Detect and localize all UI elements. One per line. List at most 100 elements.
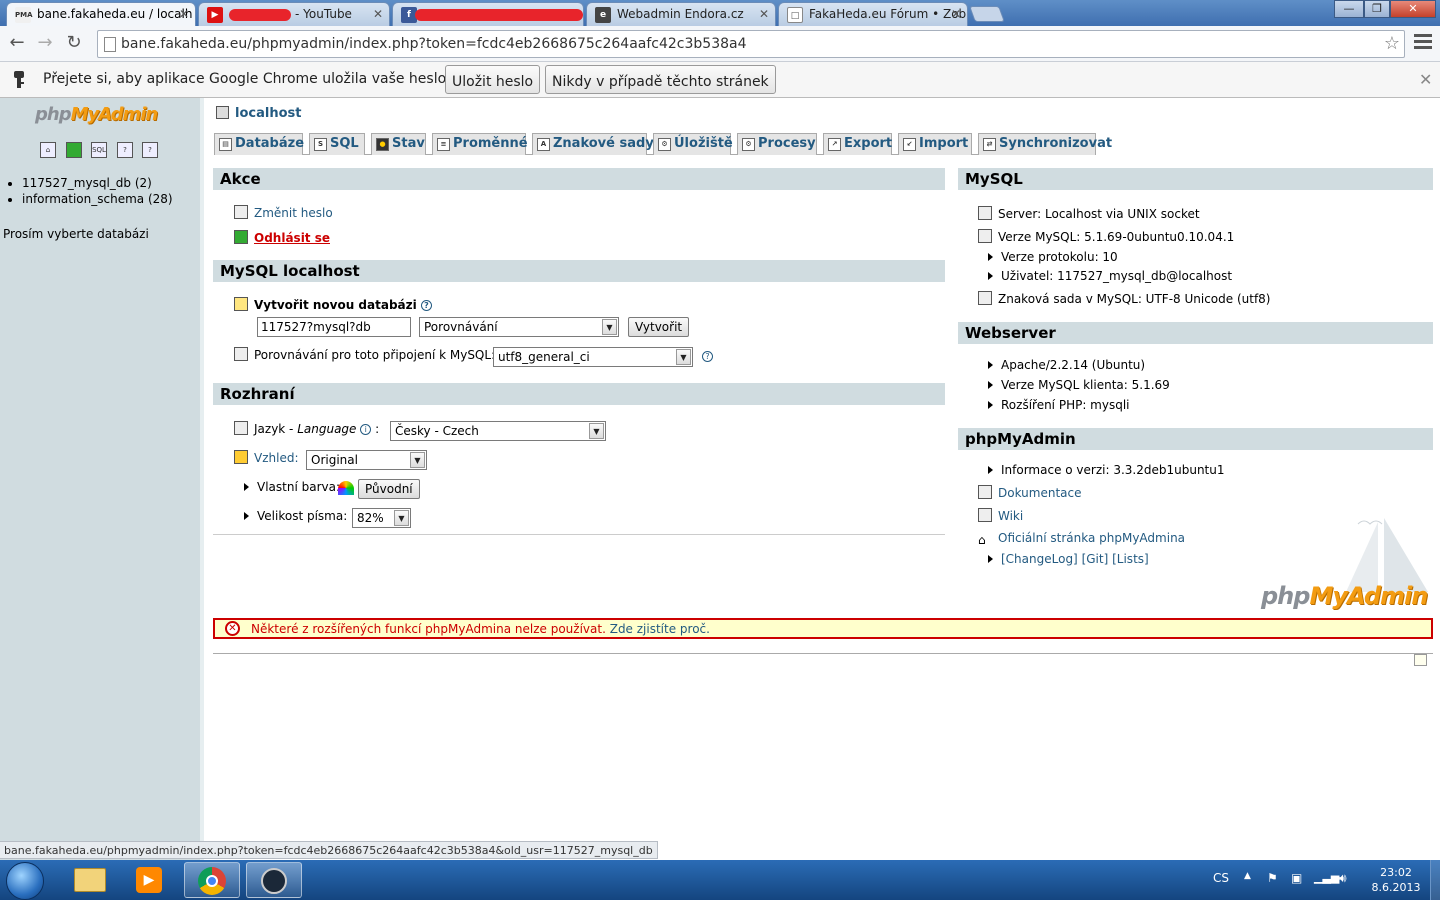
connection-collation-select[interactable]: utf8_general_ci ▼	[493, 347, 693, 367]
close-icon[interactable]: ✕	[951, 7, 961, 21]
tab-databases[interactable]: ▤ Databáze	[214, 133, 304, 155]
select-value: Porovnávání	[424, 320, 498, 334]
save-password-button[interactable]: Uložit heslo	[445, 65, 541, 94]
minimize-button[interactable]: —	[1334, 0, 1364, 18]
never-save-button[interactable]: Nikdy v případě těchto stránek	[545, 65, 776, 94]
homepage-link[interactable]: Oficiální stránka phpMyAdmina	[998, 531, 1185, 545]
section-mysql-header: MySQL	[958, 168, 1433, 190]
docs-icon	[978, 485, 992, 499]
close-icon[interactable]: ✕	[179, 7, 189, 21]
language-select[interactable]: Česky - Czech ▼	[390, 421, 606, 441]
media-player-taskbar-icon[interactable]: ▶	[122, 862, 178, 898]
help-icon[interactable]: ?	[420, 300, 432, 311]
tab-phpmyadmin[interactable]: PMA bane.fakaheda.eu / localh ✕	[6, 2, 196, 26]
tab-youtube[interactable]: ▶ - YouTube ✕	[198, 2, 390, 26]
error-details-link[interactable]: Zde zjistíte proč.	[610, 622, 710, 636]
close-icon[interactable]: ✕	[759, 7, 769, 21]
steam-taskbar-icon[interactable]	[246, 862, 302, 898]
tab-processes[interactable]: ⚙ Procesy	[737, 133, 817, 155]
sql-query-icon[interactable]: SQL	[91, 142, 107, 158]
folder-icon	[74, 868, 106, 892]
window-close-button[interactable]: ✕	[1390, 0, 1436, 18]
select-value: Česky - Czech	[395, 424, 479, 438]
tab-variables[interactable]: ≡ Proměnné	[432, 133, 528, 155]
reset-color-button[interactable]: Původní	[358, 479, 420, 499]
font-size-row[interactable]: Velikost písma:	[244, 509, 347, 523]
chrome-taskbar-icon[interactable]	[184, 862, 240, 898]
tab-sql[interactable]: S SQL	[309, 133, 365, 155]
chrome-menu-icon[interactable]	[1414, 34, 1432, 52]
error-text: Některé z rozšířených funkcí phpMyAdmina…	[251, 622, 606, 636]
create-database-button[interactable]: Vytvořit	[628, 317, 690, 337]
new-window-icon[interactable]	[1414, 654, 1427, 666]
wiki-link[interactable]: Wiki	[998, 509, 1023, 523]
tab-endora[interactable]: e Webadmin Endora.cz ✕	[586, 2, 776, 26]
youtube-icon: ▶	[207, 7, 223, 23]
reload-button[interactable]: ↻	[62, 32, 86, 56]
steam-icon	[261, 868, 287, 894]
tab-facebook[interactable]: f	[392, 2, 584, 26]
flag-icon[interactable]: ⚑	[1267, 871, 1278, 885]
address-bar[interactable]: bane.fakaheda.eu/phpmyadmin/index.php?to…	[97, 30, 1405, 58]
list-item[interactable]: information_schema (28)	[22, 191, 173, 207]
main-content: localhost ▤ Databáze S SQL ● Stav ≡ Proměnné…	[204, 98, 1440, 860]
homepage-row: ⌂ Oficiální stránka phpMyAdmina	[978, 531, 1185, 547]
show-hidden-icons-icon[interactable]: ▲	[1244, 871, 1251, 881]
tab-export[interactable]: ↗ Export	[823, 133, 892, 155]
mysql-docs-icon[interactable]: ?	[142, 142, 158, 158]
database-link[interactable]: information_schema (28)	[22, 192, 173, 206]
changelog-link[interactable]: [ChangeLog]	[1001, 552, 1078, 566]
bullet-triangle-icon	[988, 253, 993, 261]
change-password-link[interactable]: Změnit heslo	[254, 206, 333, 220]
new-tab-button[interactable]	[969, 6, 1005, 22]
home-icon[interactable]: ⌂	[40, 142, 56, 158]
server-link[interactable]: localhost	[235, 106, 301, 121]
system-clock[interactable]: 23:02 8.6.2013	[1371, 865, 1421, 895]
forward-button[interactable]: →	[33, 32, 57, 56]
section-interface-header: Rozhraní	[213, 383, 945, 405]
removable-device-icon[interactable]: ▣	[1291, 871, 1302, 885]
language-label: Jazyk -	[254, 422, 298, 436]
back-button[interactable]: ←	[5, 32, 29, 56]
phpmyadmin-logo[interactable]: phpMyAdmin	[35, 104, 158, 125]
password-icon	[234, 205, 248, 219]
theme-link[interactable]: Vzhled:	[254, 451, 299, 465]
collation-select[interactable]: Porovnávání ▼	[419, 317, 619, 337]
server-tabs: ▤ Databáze S SQL ● Stav ≡ Proměnné A Znakové …	[214, 133, 1112, 155]
custom-color-row[interactable]: Vlastní barva:	[244, 480, 340, 494]
git-link[interactable]: [Git]	[1082, 552, 1109, 566]
logout-link[interactable]: Odhlásit se	[254, 231, 330, 245]
lists-link[interactable]: [Lists]	[1112, 552, 1149, 566]
close-icon[interactable]: ✕	[1419, 70, 1432, 89]
network-icon[interactable]: ▁▃▅	[1314, 871, 1339, 884]
tab-engines[interactable]: ⚙ Úložiště	[653, 133, 733, 155]
show-desktop-button[interactable]	[1430, 860, 1440, 900]
select-value: 82%	[357, 511, 384, 525]
close-icon[interactable]: ✕	[373, 7, 383, 21]
help-icon[interactable]: ?	[702, 351, 713, 362]
tab-charsets[interactable]: A Znakové sady	[532, 133, 654, 155]
documentation-link[interactable]: Dokumentace	[998, 486, 1081, 500]
theme-select[interactable]: Original ▼	[306, 450, 427, 470]
list-item[interactable]: 117527_mysql_db (2)	[22, 175, 173, 191]
exit-icon[interactable]	[66, 142, 82, 158]
new-database-name-input[interactable]	[257, 317, 411, 337]
tab-status[interactable]: ● Stav	[371, 133, 426, 155]
database-link[interactable]: 117527_mysql_db (2)	[22, 176, 152, 190]
bookmark-star-icon[interactable]: ☆	[1384, 33, 1400, 54]
language-indicator[interactable]: CS	[1213, 871, 1229, 885]
tab-fakaheda-forum[interactable]: □ FakaHeda.eu Fórum • Zob ✕	[778, 2, 968, 26]
info-icon[interactable]: i	[360, 424, 372, 435]
sync-icon: ⇄	[983, 138, 996, 151]
create-db-label-row: Vytvořit novou databázi ?	[234, 297, 432, 312]
explorer-taskbar-icon[interactable]	[62, 862, 118, 898]
font-size-select[interactable]: 82% ▼	[352, 508, 411, 528]
tab-import[interactable]: ↙ Import	[898, 133, 972, 155]
volume-icon[interactable]: 🔊︎	[1339, 871, 1347, 886]
maximize-button[interactable]: ❐	[1364, 0, 1390, 18]
tab-synchronize[interactable]: ⇄ Synchronizovat	[978, 133, 1112, 155]
select-value: Original	[311, 453, 358, 467]
start-button[interactable]	[6, 862, 44, 900]
url-text: bane.fakaheda.eu/phpmyadmin/index.php?to…	[121, 36, 747, 52]
docs-icon[interactable]: ?	[117, 142, 133, 158]
